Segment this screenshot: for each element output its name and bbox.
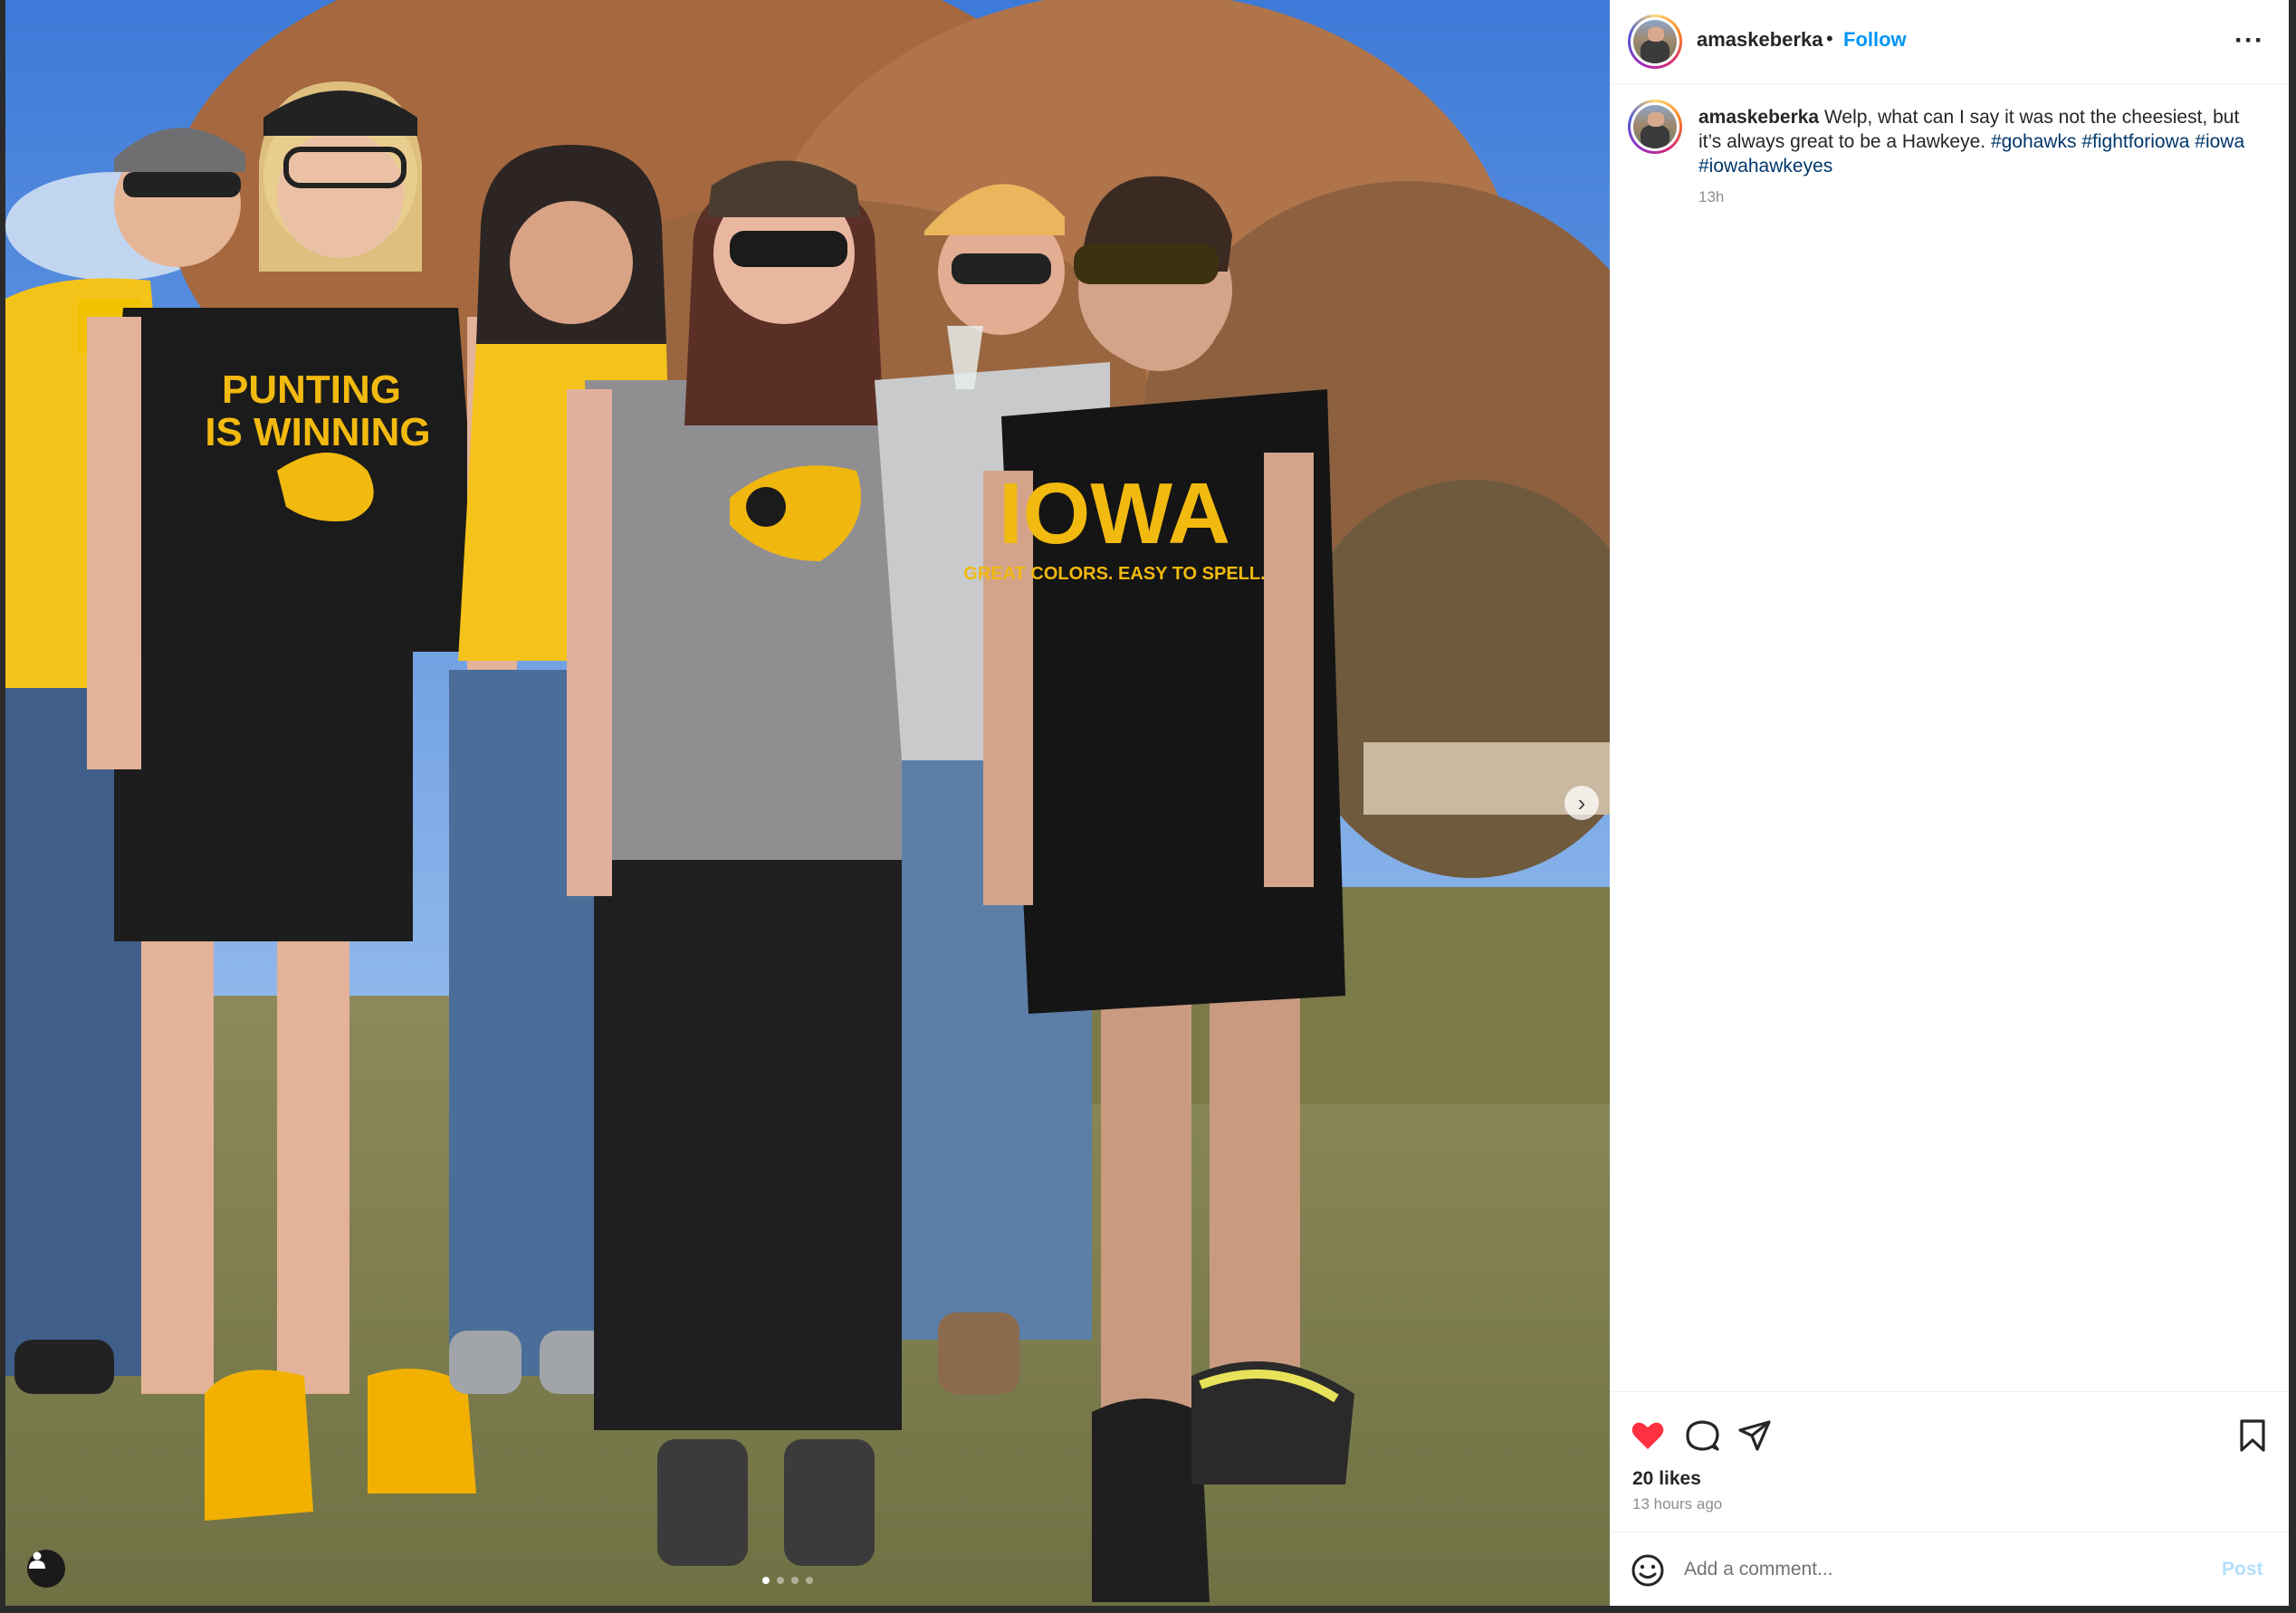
avatar[interactable] — [1628, 14, 1682, 69]
caption-username-link[interactable]: amaskeberka — [1698, 107, 1819, 128]
carousel-dot — [777, 1577, 784, 1584]
post-side-panel: amaskeberka • Follow ··· amaskeberka Wel… — [1610, 0, 2289, 1606]
hashtag-link[interactable]: #iowa — [2195, 131, 2244, 152]
hashtag-link[interactable]: #fightforiowa — [2081, 131, 2189, 152]
comment-bar: Post — [1610, 1532, 2289, 1607]
comment-input[interactable] — [1682, 1552, 2193, 1587]
more-options-button[interactable]: ··· — [2234, 27, 2264, 54]
user-tag-icon — [29, 1551, 45, 1569]
caption-text: amaskeberka Welp, what can I say it was … — [1698, 105, 2260, 178]
emoji-icon[interactable] — [1630, 1552, 1666, 1589]
bookmark-icon[interactable] — [2234, 1417, 2271, 1454]
caption-timestamp[interactable]: 13h — [1698, 188, 1724, 206]
post-timestamp[interactable]: 13 hours ago — [1632, 1495, 1722, 1513]
shirt-text-is-winning: IS WINNING — [205, 410, 430, 454]
hashtag-link[interactable]: #gohawks — [1991, 131, 2077, 152]
heart-icon[interactable] — [1630, 1417, 1666, 1454]
post-modal: PUNTING IS WINNING IOWA GREAT COLORS. EA… — [0, 0, 2296, 1613]
follow-button[interactable]: Follow — [1843, 28, 1907, 52]
shirt-text-slogan: GREAT COLORS. EASY TO SPELL. — [963, 564, 1265, 584]
carousel-dot — [806, 1577, 813, 1584]
likes-count[interactable]: 20 likes — [1632, 1468, 1701, 1490]
caption-avatar[interactable] — [1628, 100, 1682, 154]
header-separator: • — [1826, 27, 1833, 50]
carousel-indicator — [762, 1577, 813, 1584]
post-actions: 20 likes 13 hours ago — [1610, 1391, 2289, 1528]
carousel-dot — [791, 1577, 799, 1584]
shirt-text-iowa: IOWA — [999, 465, 1230, 562]
shirt-text-punting: PUNTING — [222, 367, 401, 412]
post-photo[interactable]: PUNTING IS WINNING IOWA GREAT COLORS. EA… — [5, 0, 1610, 1606]
carousel-next-button[interactable]: › — [1564, 786, 1599, 820]
chevron-right-icon: › — [1577, 789, 1586, 816]
carousel-dot — [762, 1577, 770, 1584]
photo-illustration: PUNTING IS WINNING IOWA GREAT COLORS. EA… — [5, 0, 1610, 1606]
comment-icon[interactable] — [1684, 1417, 1720, 1454]
post-comment-button[interactable]: Post — [2222, 1559, 2263, 1580]
header-username-link[interactable]: amaskeberka — [1697, 28, 1822, 52]
share-icon[interactable] — [1736, 1417, 1773, 1454]
hashtag-link[interactable]: #iowahawkeyes — [1698, 156, 1832, 177]
tagged-users-button[interactable] — [27, 1550, 65, 1588]
post-header: amaskeberka • Follow ··· — [1610, 0, 2289, 84]
